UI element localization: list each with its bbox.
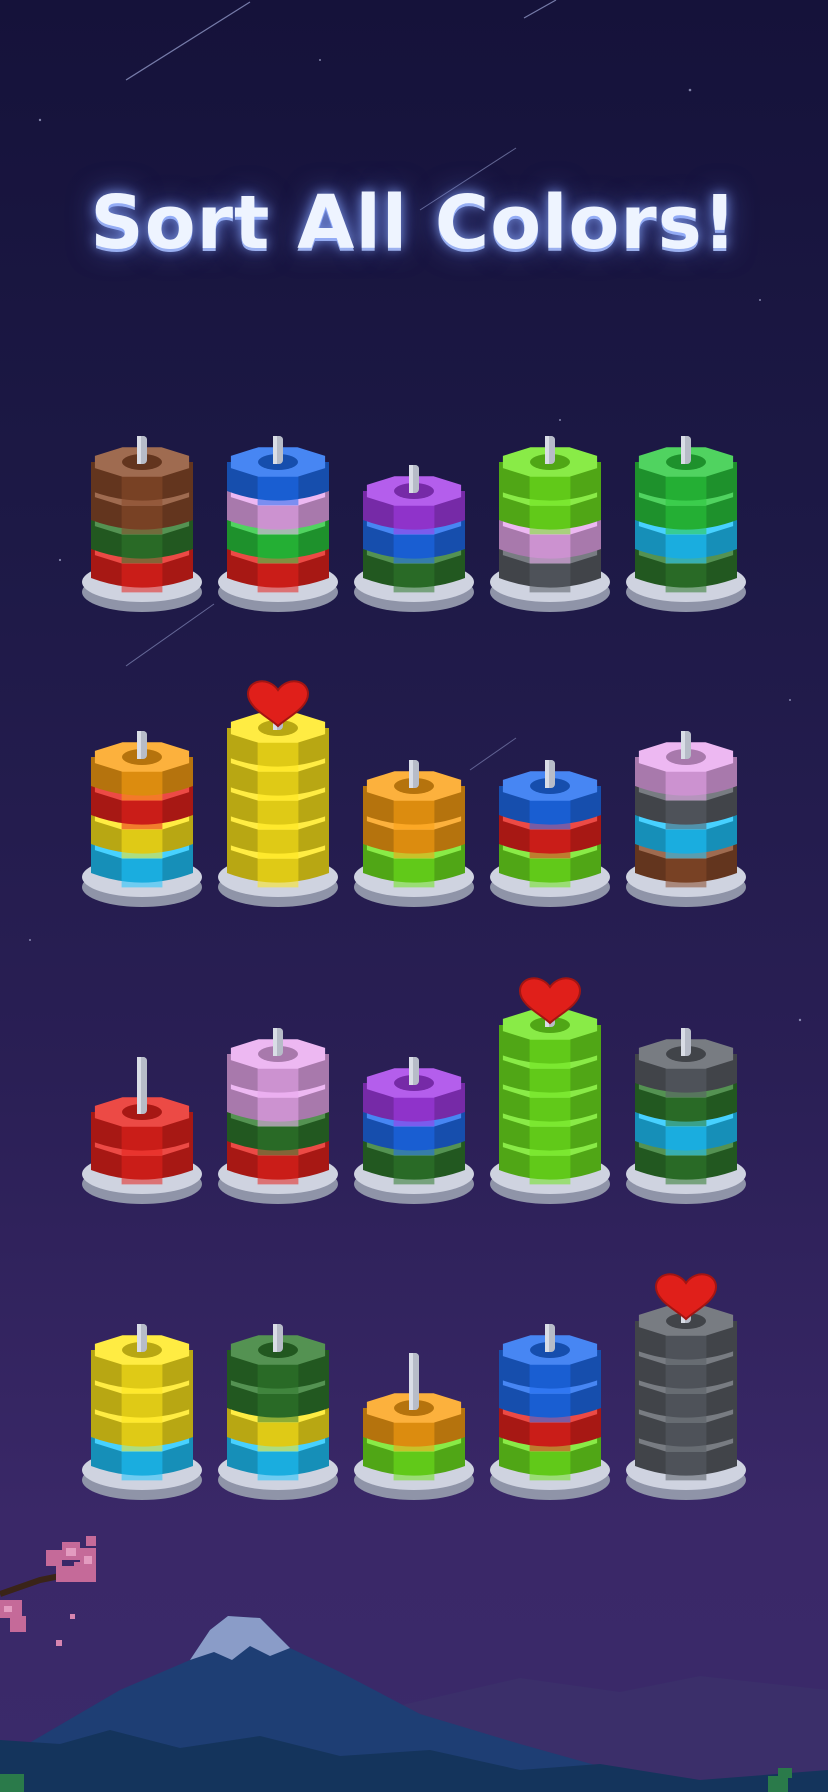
tower-2-3[interactable] — [352, 665, 476, 915]
tower-3-3[interactable] — [352, 962, 476, 1212]
tower-4-4[interactable] — [488, 1258, 612, 1508]
tower-2-2[interactable] — [216, 665, 340, 915]
tower-1-2[interactable] — [216, 370, 340, 620]
tower-3-2[interactable] — [216, 962, 340, 1212]
tower-2-4[interactable] — [488, 665, 612, 915]
cherry-blossom-branch — [0, 1536, 96, 1646]
tower-1-5[interactable] — [624, 370, 748, 620]
game-scene: Sort All Colors! — [0, 0, 828, 1792]
tower-3-4[interactable] — [488, 962, 612, 1212]
shooting-star — [523, 0, 557, 19]
tower-4-2[interactable] — [216, 1258, 340, 1508]
tower-3-1[interactable] — [80, 962, 204, 1212]
shooting-star — [125, 1, 251, 81]
tower-2-1[interactable] — [80, 665, 204, 915]
tower-4-5[interactable] — [624, 1258, 748, 1508]
tower-1-3[interactable] — [352, 370, 476, 620]
tower-1-1[interactable] — [80, 370, 204, 620]
tower-4-1[interactable] — [80, 1258, 204, 1508]
tower-4-3[interactable] — [352, 1258, 476, 1508]
tower-3-5[interactable] — [624, 962, 748, 1212]
game-title: Sort All Colors! — [90, 180, 738, 266]
tower-1-4[interactable] — [488, 370, 612, 620]
mountain-landscape — [0, 1616, 828, 1792]
tower-2-5[interactable] — [624, 665, 748, 915]
